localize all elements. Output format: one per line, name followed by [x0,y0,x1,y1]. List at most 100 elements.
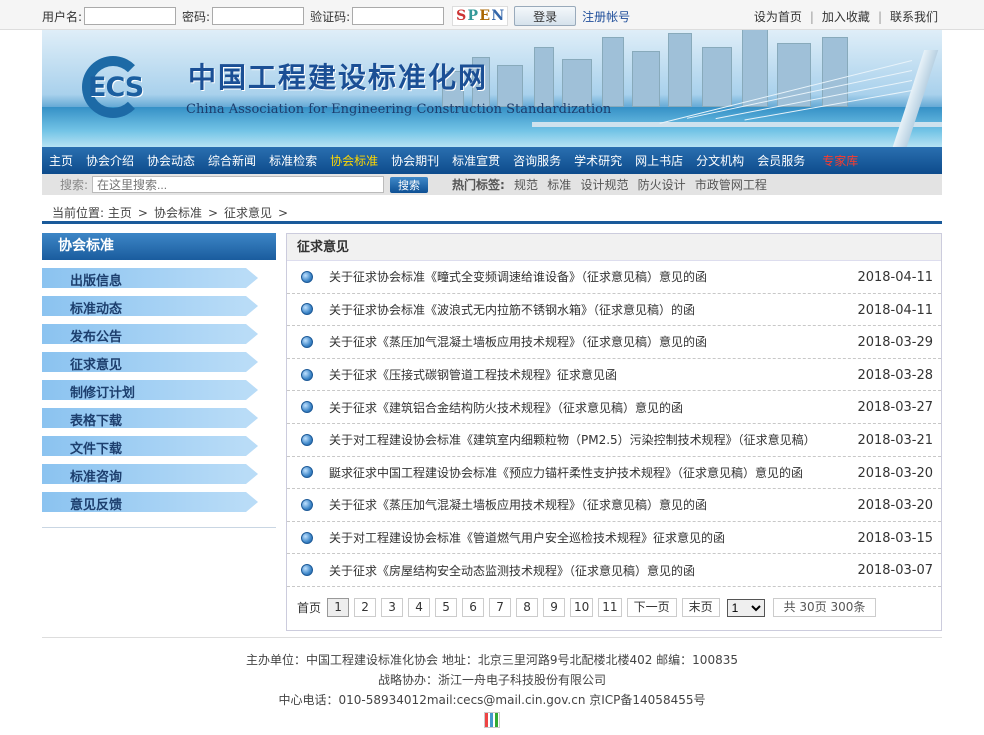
list-item-link[interactable]: 鼮求征求中国工程建设协会标准《预应力锚杆柔性支护技术规程》（征求意见稿）意见的函 [329,464,803,481]
footer-divider [42,637,942,638]
nav-item-about[interactable]: 协会介绍 [86,152,134,169]
sidebar-item-label[interactable]: 征求意见 [70,354,122,373]
pager-page[interactable]: 6 [462,598,485,617]
breadcrumb-association-standards[interactable]: 协会标准 [154,206,202,220]
site-stat-icon[interactable] [484,712,500,728]
sidebar-item-label[interactable]: 发布公告 [70,326,122,345]
nav-item-general-news[interactable]: 综合新闻 [208,152,256,169]
search-button[interactable]: 搜索 [390,176,429,193]
sidebar-list: 出版信息 标准动态 发布公告 征求意见 制修订计划 表格下载 文件下载 标准咨询… [42,268,276,513]
nav-item-bookstore[interactable]: 网上书店 [635,152,683,169]
pager-page[interactable]: 11 [598,598,622,617]
username-input[interactable] [84,7,177,25]
list-bullet-icon [301,498,313,511]
pager-page[interactable]: 2 [354,598,377,617]
sidebar-item-label[interactable]: 标准动态 [70,298,122,317]
sidebar-item-plans[interactable]: 制修订计划 [42,380,258,401]
footer-contact: 中心电话：010-58934012mail:cecs@mail.cin.gov.… [278,693,706,707]
pager-page[interactable]: 5 [435,598,458,617]
list-item-link[interactable]: 关于征求协会标准《波浪式无内拉筋不锈钢水箱》（征求意见稿）的函 [329,301,695,318]
captcha-image[interactable]: S P E N [452,6,509,26]
captcha-input[interactable] [352,7,445,25]
list-item-link[interactable]: 关于征求《建筑铝合金结构防火技术规程》（征求意见稿）意见的函 [329,399,683,416]
hot-tag[interactable]: 市政管网工程 [695,178,767,192]
sidebar-item-label[interactable]: 出版信息 [70,270,122,289]
pager-page[interactable]: 8 [516,598,539,617]
sidebar-item-consulting[interactable]: 标准咨询 [42,464,258,485]
nav-item-standard-promotion[interactable]: 标准宣贯 [452,152,500,169]
list-item-link[interactable]: 关于征求《压接式碳钢管道工程技术规程》征求意见函 [329,366,617,383]
nav-item-branches[interactable]: 分文机构 [696,152,744,169]
hot-tag[interactable]: 防火设计 [638,178,686,192]
list-item-link[interactable]: 关于征求《蒸压加气混凝土墙板应用技术规程》（征求意见稿）意见的函 [329,333,707,350]
hot-tag[interactable]: 标准 [547,178,571,192]
nav-item-home[interactable]: 主页 [49,152,73,169]
register-link[interactable]: 注册帐号 [582,8,630,25]
hot-tag[interactable]: 规范 [514,178,538,192]
nav-item-association-news[interactable]: 协会动态 [147,152,195,169]
content-panel: 征求意见 关于征求协会标准《疃式全变频调速给谁设备》（征求意见稿）意见的函 201… [286,233,942,631]
sidebar-item-label[interactable]: 制修订计划 [70,382,135,401]
nav-item-journal[interactable]: 协会期刊 [391,152,439,169]
pager-page[interactable]: 3 [381,598,404,617]
list-item: 关于征求《蒸压加气混凝土墙板应用技术规程》（征求意见稿）意见的函 2018-03-… [287,326,941,359]
pager-page[interactable]: 9 [543,598,566,617]
pager-next-button[interactable]: 下一页 [626,598,677,617]
nav-item-consulting[interactable]: 咨询服务 [513,152,561,169]
sidebar-item-file-downloads[interactable]: 文件下载 [42,436,258,457]
pager-first[interactable]: 首页 [297,599,321,616]
set-homepage-link[interactable]: 设为首页 [754,10,802,24]
breadcrumb-divider [42,221,942,224]
breadcrumb-current[interactable]: 征求意见 [224,206,272,220]
sidebar-item-label[interactable]: 标准咨询 [70,466,122,485]
nav-item-standard-search[interactable]: 标准检索 [269,152,317,169]
sidebar-item-form-downloads[interactable]: 表格下载 [42,408,258,429]
hot-tags-label: 热门标签: [452,178,505,192]
search-bar: 搜索: 搜索 热门标签: 规范 标准 设计规范 防火设计 市政管网工程 [42,174,942,195]
breadcrumb-arrow-icon: > [278,206,289,220]
sidebar-item-standard-news[interactable]: 标准动态 [42,296,258,317]
pager-page[interactable]: 7 [489,598,512,617]
site-banner: ECS 中国工程建设标准化网 China Association for Eng… [42,30,942,147]
pager-last-button[interactable]: 末页 [681,598,720,617]
hot-tags: 热门标签: 规范 标准 设计规范 防火设计 市政管网工程 [452,176,767,193]
sidebar-item-comments[interactable]: 征求意见 [42,352,258,373]
list-bullet-icon [301,466,313,479]
pagination: 首页 1 2 3 4 5 6 7 8 9 10 11 下一页 末页 1 共 30… [297,598,877,617]
nav-item-expert-database[interactable]: 专家库 [822,152,858,169]
sidebar-item-feedback[interactable]: 意见反馈 [42,492,258,513]
list-item-link[interactable]: 关于征求《蒸压加气混凝土墙板应用技术规程》（征求意见稿）意见的函 [329,496,707,513]
list-item-link[interactable]: 关于征求协会标准《疃式全变频调速给谁设备》（征求意见稿）意见的函 [329,268,707,285]
add-favorite-link[interactable]: 加入收藏 [822,10,870,24]
sidebar-item-label[interactable]: 表格下载 [70,410,122,429]
sidebar-item-publications[interactable]: 出版信息 [42,268,258,289]
content-title: 征求意见 [287,234,941,261]
list-item-link[interactable]: 关于对工程建设协会标准《管道燃气用户安全巡检技术规程》征求意见的函 [329,529,725,546]
contact-us-link[interactable]: 联系我们 [890,10,938,24]
pager-page[interactable]: 1 [327,598,350,617]
sidebar: 协会标准 出版信息 标准动态 发布公告 征求意见 制修订计划 表格下载 文件下载… [42,233,276,528]
login-button[interactable]: 登录 [514,6,577,26]
hot-tag[interactable]: 设计规范 [580,178,628,192]
search-input[interactable] [92,176,385,193]
sidebar-item-announcements[interactable]: 发布公告 [42,324,258,345]
list-item-date: 2018-03-07 [857,563,933,579]
list-item-link[interactable]: 关于对工程建设协会标准《建筑室内细颗粒物（PM2.5）污染控制技术规程》（征求意… [329,431,816,448]
list-item-date: 2018-03-27 [857,400,933,416]
pager-page-select[interactable]: 1 [726,598,765,617]
site-title-en: China Association for Engineering Constr… [186,102,612,117]
password-input[interactable] [212,7,305,25]
pager-page[interactable]: 4 [408,598,431,617]
captcha-char: N [491,8,505,24]
ecs-logo: ECS [82,56,174,118]
sidebar-item-label[interactable]: 文件下载 [70,438,122,457]
nav-item-research[interactable]: 学术研究 [574,152,622,169]
nav-item-member-services[interactable]: 会员服务 [757,152,805,169]
list-bullet-icon [301,335,313,348]
breadcrumb-home[interactable]: 主页 [108,206,132,220]
pager-page[interactable]: 10 [570,598,594,617]
list-item-link[interactable]: 关于征求《房屋结构安全动态监测技术规程》（征求意见稿）意见的函 [329,562,695,579]
sidebar-item-label[interactable]: 意见反馈 [70,494,122,513]
nav-item-association-standards[interactable]: 协会标准 [330,152,378,169]
list-item: 关于征求《建筑铝合金结构防火技术规程》（征求意见稿）意见的函 2018-03-27 [287,391,941,424]
